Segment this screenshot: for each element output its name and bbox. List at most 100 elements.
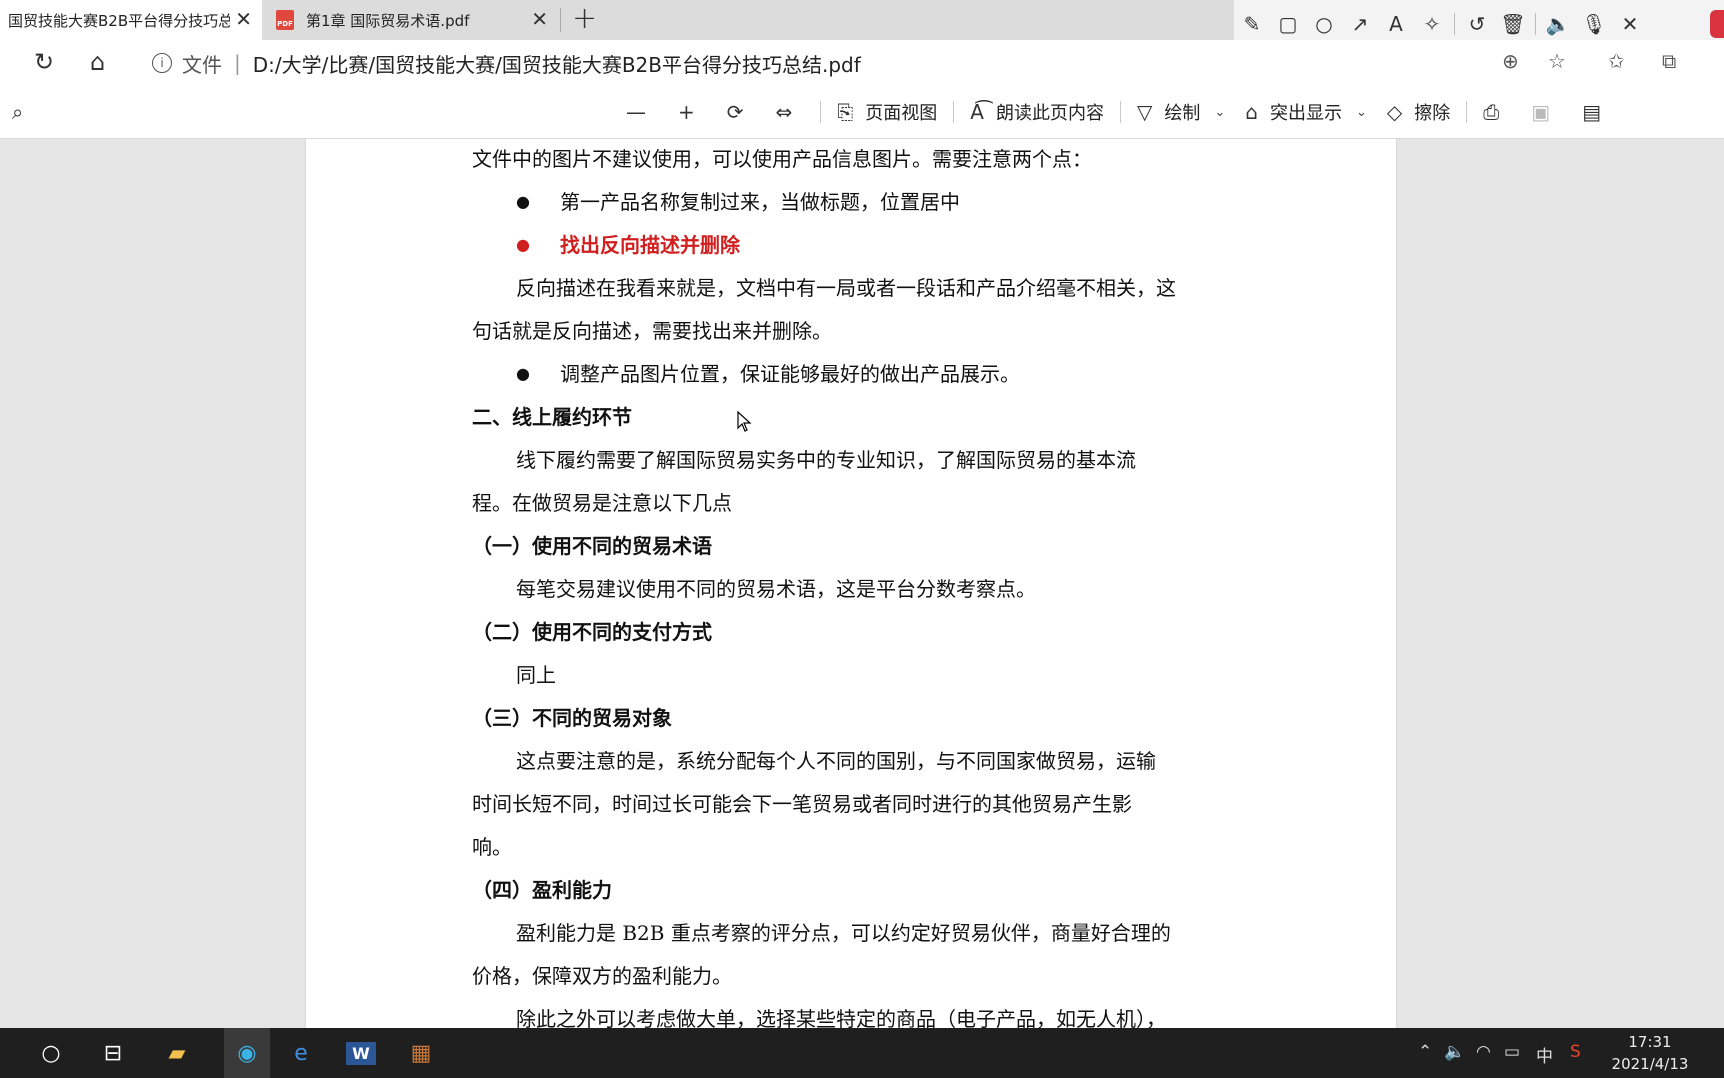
subsection-heading: （一）使用不同的贸易术语 [472, 534, 712, 558]
favorites-icon[interactable]: ✩ [1608, 49, 1625, 73]
paragraph-line: 盈利能力是 B2B 重点考察的评分点，可以约定好贸易伙伴，商量好合理的 [516, 921, 1171, 945]
word-icon[interactable]: W [344, 1036, 378, 1070]
network-icon[interactable]: ◠ [1476, 1042, 1491, 1062]
toolbar-divider [1466, 101, 1468, 123]
section-heading: 二、线上履约环节 [472, 405, 632, 429]
fit-width-button[interactable]: ⇔ [766, 86, 815, 138]
tab-title: 第1章 国际贸易术语.pdf [306, 11, 470, 30]
save-as-button[interactable]: ▤ [1572, 86, 1623, 138]
refresh-icon[interactable]: ↻ [34, 48, 54, 76]
paragraph-line: 除此之外可以考虑做大单，选择某些特定的商品（电子产品，如无人机）， [516, 1007, 1166, 1028]
bullet-icon: ● [516, 235, 530, 254]
zoom-out-button[interactable]: — [616, 86, 668, 138]
sogou-ime-icon[interactable]: S [1570, 1042, 1581, 1062]
archive-app-icon[interactable]: ▦ [404, 1036, 438, 1070]
page-view-button[interactable]: ⎘ 页面视图 [827, 86, 947, 138]
file-explorer-icon[interactable]: ▰ [160, 1036, 194, 1070]
protocol-label: 文件 [182, 52, 222, 77]
draw-label: 绘制 [1164, 103, 1201, 124]
chevron-down-icon[interactable]: ⌄ [1214, 105, 1225, 120]
print-button[interactable]: ⎙ [1473, 86, 1521, 138]
close-tab-icon[interactable]: ✕ [235, 9, 252, 29]
input-method-label[interactable]: 中 [1536, 1042, 1553, 1067]
plus-icon: + [678, 100, 695, 124]
zoom-icon[interactable]: ⊕ [1502, 49, 1519, 73]
rotate-icon: ⟳ [726, 100, 744, 124]
address-input[interactable]: i 文件 | D:/大学/比赛/国贸技能大赛/国贸技能大赛B2B平台得分技巧总结… [138, 44, 1578, 82]
paragraph-line: 响。 [472, 835, 512, 859]
paragraph-line: 文件中的图片不建议使用，可以使用产品信息图片。需要注意两个点： [472, 147, 1092, 171]
mouse-cursor-icon [737, 411, 752, 432]
minus-icon: — [626, 100, 646, 124]
bullet-icon: ● [516, 192, 530, 211]
search-icon[interactable]: ⌕ [12, 100, 23, 124]
chevron-down-icon[interactable]: ⌄ [1356, 105, 1367, 120]
subsection-heading: （四）盈利能力 [472, 878, 612, 902]
read-aloud-icon: A͡ [970, 100, 984, 124]
chevron-up-icon[interactable]: ⌃ [1418, 1042, 1432, 1062]
fit-width-icon: ⇔ [775, 100, 793, 124]
paragraph-line: 程。在做贸易是注意以下几点 [472, 491, 732, 515]
tab-trade-terms-pdf[interactable]: PDF 第1章 国际贸易术语.pdf ✕ [266, 0, 558, 40]
system-clock[interactable]: 17:31 2021/4/13 [1600, 1031, 1700, 1075]
battery-icon[interactable]: ▭ [1504, 1042, 1520, 1062]
read-aloud-button[interactable]: A͡ 朗读此页内容 [960, 86, 1114, 138]
clock-date: 2021/4/13 [1611, 1055, 1689, 1073]
search-icon[interactable]: ○ [34, 1036, 68, 1070]
record-badge[interactable] [1710, 10, 1724, 38]
save-button[interactable]: ▣ [1521, 86, 1572, 138]
bullet-item: 第一产品名称复制过来，当做标题，位置居中 [560, 190, 960, 214]
pdf-file-icon: PDF [276, 10, 294, 30]
erase-button[interactable]: ◇ 擦除 [1377, 86, 1460, 138]
task-view-icon[interactable]: ⊟ [96, 1036, 130, 1070]
bullet-icon: ● [516, 364, 530, 383]
close-tab-icon[interactable]: ✕ [531, 9, 548, 29]
toolbar-divider [1454, 13, 1455, 35]
paragraph-line: 句话就是反向描述，需要找出来并删除。 [472, 319, 832, 343]
paragraph-line: 价格，保障双方的盈利能力。 [472, 964, 732, 988]
save-icon: ▣ [1531, 100, 1551, 124]
url-text[interactable]: D:/大学/比赛/国贸技能大赛/国贸技能大赛B2B平台得分技巧总结.pdf [253, 49, 861, 78]
clock-time: 17:31 [1628, 1033, 1672, 1051]
tab-divider [560, 8, 561, 32]
paragraph-line: 线下履约需要了解国际贸易实务中的专业知识，了解国际贸易的基本流 [516, 448, 1136, 472]
page-view-icon: ⎘ [837, 100, 854, 124]
pdf-toolbar: ⌕ — + ⟳ ⇔ ⎘ 页面视图 A͡ 朗读此页内容 ▽ 绘制 ⌄ ⌂ 突出显示 ⌄ ◇ 擦除… [0, 86, 1724, 139]
paragraph-line: 同上 [516, 663, 556, 687]
toolbar-divider [820, 101, 822, 123]
bullet-item: 调整产品图片位置，保证能够最好的做出产品展示。 [560, 362, 1020, 386]
eraser-icon: ◇ [1386, 100, 1403, 124]
rotate-button[interactable]: ⟳ [717, 86, 766, 138]
tab-active-pdf[interactable]: 国贸技能大赛B2B平台得分技巧总结.pdf ✕ [0, 0, 262, 40]
new-tab-button[interactable]: + [572, 2, 597, 36]
subsection-heading: （二）使用不同的支付方式 [472, 620, 712, 644]
highlighter-icon: ⌂ [1245, 100, 1258, 124]
toolbar-divider [1119, 101, 1121, 123]
highlight-button[interactable]: ⌂ 突出显示 ⌄ [1235, 86, 1377, 138]
draw-icon: ▽ [1136, 100, 1153, 124]
page-view-label: 页面视图 [865, 103, 938, 124]
collections-icon[interactable]: ⧉ [1662, 49, 1676, 73]
zoom-in-button[interactable]: + [668, 86, 717, 138]
print-icon: ⎙ [1483, 100, 1500, 124]
bullet-item-highlighted: 找出反向描述并删除 [560, 233, 740, 257]
pdf-page: 文件中的图片不建议使用，可以使用产品信息图片。需要注意两个点： ● 第一产品名称… [306, 139, 1396, 1028]
info-icon[interactable]: i [152, 53, 172, 73]
home-icon[interactable]: ⌂ [90, 48, 105, 76]
draw-button[interactable]: ▽ 绘制 ⌄ [1127, 86, 1235, 138]
tab-title: 国贸技能大赛B2B平台得分技巧总结.pdf [8, 11, 230, 30]
pdf-viewer[interactable]: 文件中的图片不建议使用，可以使用产品信息图片。需要注意两个点： ● 第一产品名称… [0, 139, 1724, 1028]
erase-label: 擦除 [1414, 103, 1451, 124]
save-as-icon: ▤ [1582, 100, 1602, 124]
subsection-heading: （三）不同的贸易对象 [472, 706, 672, 730]
volume-icon[interactable]: 🔈 [1444, 1042, 1465, 1062]
address-bar-row: ↻ ⌂ i 文件 | D:/大学/比赛/国贸技能大赛/国贸技能大赛B2B平台得分… [0, 40, 1724, 87]
toolbar-divider [1535, 13, 1536, 35]
internet-explorer-icon[interactable]: e [284, 1036, 318, 1070]
edge-icon[interactable]: ◉ [230, 1036, 264, 1070]
paragraph-line: 这点要注意的是，系统分配每个人不同的国别，与不同国家做贸易，运输 [516, 749, 1156, 773]
toolbar-divider [953, 101, 955, 123]
add-favorite-icon[interactable]: ☆ [1548, 49, 1566, 73]
paragraph-line: 时间长短不同，时间过长可能会下一笔贸易或者同时进行的其他贸易产生影 [472, 792, 1132, 816]
read-aloud-label: 朗读此页内容 [995, 103, 1104, 124]
